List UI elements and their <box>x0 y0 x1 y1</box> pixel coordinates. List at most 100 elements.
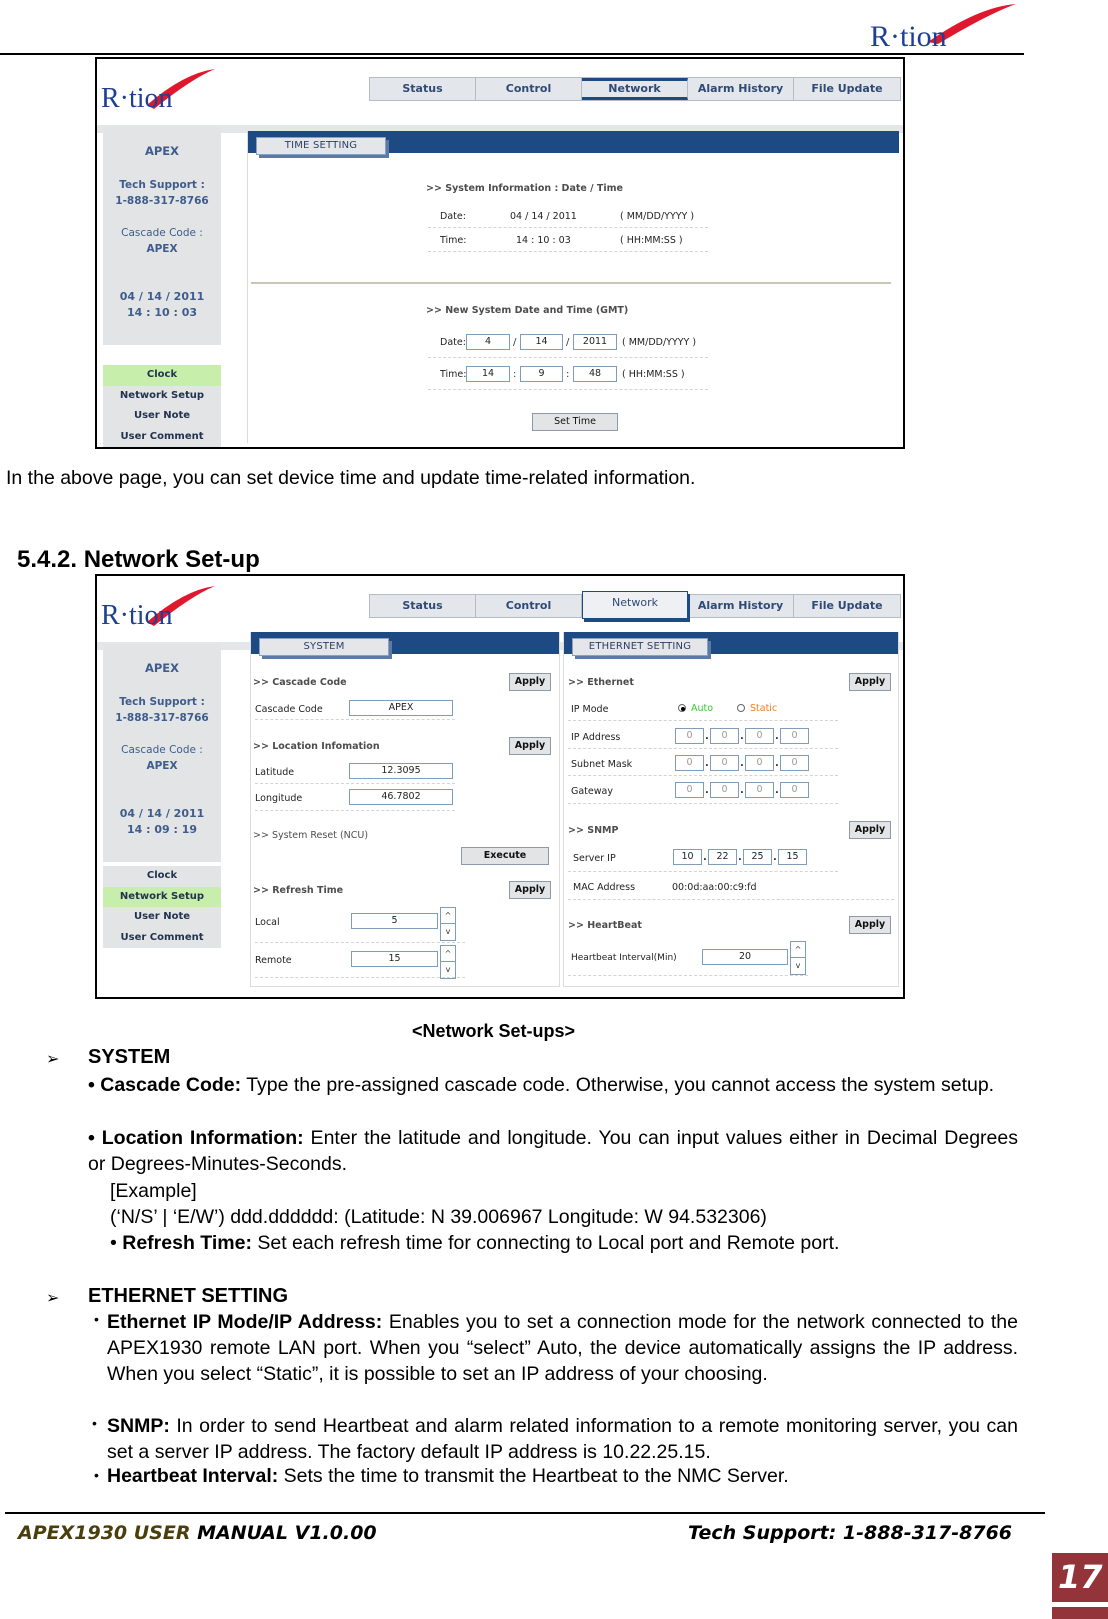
ip-dot-separator: . <box>738 852 742 863</box>
divider <box>568 871 838 872</box>
ip-octet-input[interactable]: 0 <box>745 782 774 798</box>
time-setting-description: In the above page, you can set device ti… <box>6 467 696 489</box>
snmp-term: SNMP: <box>107 1415 170 1437</box>
newtime-title: >> New System Date and Time (GMT) <box>426 305 629 316</box>
ip-octet-input[interactable]: 0 <box>780 782 809 798</box>
time-separator: : <box>513 369 517 380</box>
ip-octet-input[interactable]: 0 <box>745 755 774 771</box>
newtime-time-label: Time: <box>440 369 467 380</box>
menu-network-setup[interactable]: Network Setup <box>103 886 221 907</box>
cascade-code-input[interactable]: APEX <box>349 700 453 716</box>
menu-network-setup[interactable]: Network Setup <box>103 386 221 407</box>
ip-octet-input[interactable]: 0 <box>710 728 739 744</box>
system-heading: SYSTEM <box>88 1046 171 1068</box>
menu-user-comment[interactable]: User Comment <box>103 928 221 949</box>
tab-alarm-history[interactable]: Alarm History <box>688 595 794 617</box>
heartbeat-apply-button[interactable]: Apply <box>849 916 891 934</box>
ethernet-apply-button[interactable]: Apply <box>849 673 891 691</box>
latitude-input[interactable]: 12.3095 <box>349 763 453 779</box>
menu-user-note[interactable]: User Note <box>103 406 221 427</box>
menu-user-note[interactable]: User Note <box>103 907 221 928</box>
example-label: [Example] <box>110 1180 197 1202</box>
remote-refresh-input[interactable]: 15 <box>351 951 438 967</box>
local-refresh-input[interactable]: 5 <box>351 913 438 929</box>
longitude-input[interactable]: 46.7802 <box>349 789 453 805</box>
ip-octet-input[interactable]: 0 <box>745 728 774 744</box>
tab-control[interactable]: Control <box>476 78 582 100</box>
menu-user-comment[interactable]: User Comment <box>103 427 221 448</box>
ip-octet-input[interactable]: 0 <box>710 755 739 771</box>
ip-dot-separator: . <box>705 758 709 769</box>
day-input[interactable]: 14 <box>520 334 563 350</box>
tab-status[interactable]: Status <box>370 595 476 617</box>
ip-octet-input[interactable]: 0 <box>780 755 809 771</box>
spin-up-icon[interactable]: ^ <box>441 908 455 924</box>
year-input[interactable]: 2011 <box>573 334 617 350</box>
local-stepper[interactable]: ^ v <box>440 907 456 941</box>
ip-mode-auto-radio[interactable]: Auto <box>678 703 713 714</box>
spin-down-icon[interactable]: v <box>441 962 455 978</box>
spin-up-icon[interactable]: ^ <box>791 942 805 958</box>
heartbeat-stepper[interactable]: ^ v <box>790 941 806 975</box>
device-date: 04 / 14 / 2011 <box>119 807 205 820</box>
device-date: 04 / 14 / 2011 <box>119 290 205 303</box>
mac-address-value: 00:0d:aa:00:c9:fd <box>672 882 757 893</box>
second-input[interactable]: 48 <box>573 366 617 382</box>
time-content: TIME SETTING >> System Information : Dat… <box>247 131 899 443</box>
month-input[interactable]: 4 <box>466 334 510 350</box>
location-term: • Location Information: <box>88 1127 304 1149</box>
longitude-label: Longitude <box>255 793 303 804</box>
ip-octet-input[interactable]: 25 <box>743 849 772 865</box>
cascade-apply-button[interactable]: Apply <box>509 673 551 691</box>
mac-address-label: MAC Address <box>573 882 636 893</box>
tab-network[interactable]: Network <box>582 78 688 100</box>
cascade-code-label: Cascade Code : <box>121 227 203 239</box>
gateway-label: Gateway <box>571 786 613 797</box>
menu-clock[interactable]: Clock <box>103 866 221 887</box>
set-time-button[interactable]: Set Time <box>532 413 618 431</box>
side-menu: Clock Network Setup User Note User Comme… <box>103 365 221 447</box>
sysinfo-time-label: Time: <box>440 235 467 246</box>
ip-octet-input[interactable]: 0 <box>780 728 809 744</box>
spin-down-icon[interactable]: v <box>441 924 455 940</box>
spin-up-icon[interactable]: ^ <box>441 946 455 962</box>
snmp-description: SNMP: In order to send Heartbeat and ala… <box>107 1413 1018 1465</box>
svg-text:R·tion: R·tion <box>101 600 173 630</box>
ip-mode-label: IP Mode <box>571 704 609 715</box>
ip-octet-input[interactable]: 22 <box>708 849 737 865</box>
minute-input[interactable]: 9 <box>520 366 563 382</box>
ip-octet-input[interactable]: 0 <box>675 782 704 798</box>
menu-clock[interactable]: Clock <box>103 365 221 386</box>
remote-stepper[interactable]: ^ v <box>440 945 456 979</box>
ip-octet-input[interactable]: 0 <box>710 782 739 798</box>
tab-file-update[interactable]: File Update <box>794 78 900 100</box>
spin-down-icon[interactable]: v <box>791 958 805 974</box>
divider <box>428 389 708 390</box>
example-text: (‘N/S’ | ‘E/W’) ddd.dddddd: (Latitude: N… <box>110 1206 767 1228</box>
ip-octet-input[interactable]: 0 <box>675 728 704 744</box>
tab-network[interactable]: Network <box>582 591 688 619</box>
tab-alarm-history[interactable]: Alarm History <box>688 78 794 100</box>
ip-mode-static-radio[interactable]: Static <box>737 703 777 714</box>
tech-support-phone: 1-888-317-8766 <box>115 195 209 207</box>
location-description: • Location Information: Enter the latitu… <box>88 1125 1018 1177</box>
page-number: 17 <box>1052 1553 1108 1602</box>
ip-octet-input[interactable]: 15 <box>778 849 807 865</box>
hour-input[interactable]: 14 <box>466 366 510 382</box>
system-panel: SYSTEM >> Cascade Code Apply Cascade Cod… <box>250 632 560 987</box>
network-setup-screenshot: R·tion Status Control Network Alarm Hist… <box>95 574 905 999</box>
location-apply-button[interactable]: Apply <box>509 737 551 755</box>
refresh-apply-button[interactable]: Apply <box>509 881 551 899</box>
tab-status[interactable]: Status <box>370 78 476 100</box>
cascade-code-label: Cascade Code <box>255 704 323 715</box>
tab-file-update[interactable]: File Update <box>794 595 900 617</box>
tab-control[interactable]: Control <box>476 595 582 617</box>
divider <box>255 719 455 720</box>
heartbeat-term: Heartbeat Interval: <box>107 1465 279 1487</box>
heartbeat-interval-input[interactable]: 20 <box>702 949 788 965</box>
snmp-apply-button[interactable]: Apply <box>849 821 891 839</box>
divider <box>568 775 838 776</box>
ip-octet-input[interactable]: 10 <box>673 849 702 865</box>
execute-button[interactable]: Execute <box>461 847 549 865</box>
ip-octet-input[interactable]: 0 <box>675 755 704 771</box>
